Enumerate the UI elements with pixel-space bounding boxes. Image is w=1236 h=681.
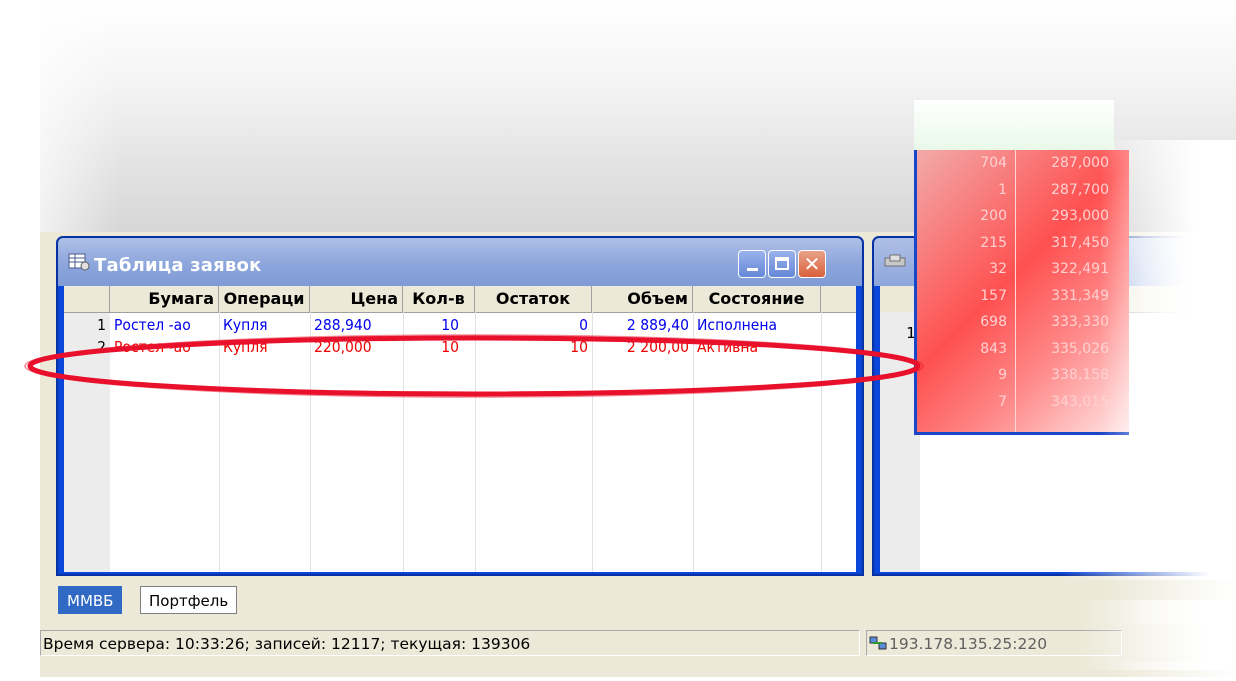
cell-qty: 10 [441,338,459,356]
cell-qty: 10 [441,316,459,334]
close-icon: ✕ [803,252,821,276]
col-header-qty[interactable]: Кол-в [403,286,475,312]
quote-row[interactable]: 9 338,158 [917,362,1129,389]
row-number: 2 [97,338,106,356]
table-row[interactable]: 1 Ростел -ао Купля 288,940 10 0 2 889,40… [64,314,856,336]
maximize-icon [775,257,789,270]
quote-row[interactable]: 215 317,450 [917,230,1129,257]
row-number: 1 [97,316,106,334]
quote-volume: 200 [980,208,1007,224]
quotes-fade [1100,140,1236,440]
grid-header: Бумага Операци Цена Кол-в Остаток Объем … [64,286,856,313]
col-header-remainder[interactable]: Остаток [475,286,592,312]
cell-price: 220,000 [314,338,372,356]
cell-operation: Купля [223,316,268,334]
window-title: Таблица заявок [94,255,262,276]
table-row[interactable]: 2 Ростел -ао Купля 220,000 10 10 2 200,0… [64,336,856,358]
status-fade [1080,600,1236,670]
orders-window-titlebar[interactable]: Таблица заявок ✕ [58,238,862,286]
cell-security: Ростел -ао [114,316,191,334]
status-bar: Время сервера: 10:33:26; записей: 12117;… [40,624,1236,662]
minimize-button[interactable] [738,250,766,278]
tab-bar: ММВБ Портфель [48,584,1236,616]
quote-volume: 32 [989,261,1007,277]
table-icon [68,253,90,271]
cell-remainder: 0 [579,316,588,334]
quote-row[interactable]: 704 287,000 [917,150,1129,177]
quote-row[interactable]: 32 322,491 [917,256,1129,283]
cell-price: 288,940 [314,316,372,334]
cell-status: Активна [697,338,759,356]
quote-row[interactable]: 1 287,700 [917,177,1129,204]
cell-operation: Купля [223,338,268,356]
quotes-top-fade [914,100,1114,152]
quote-volume: 698 [980,314,1007,330]
cell-volume: 2 200,00 [626,338,689,356]
col-header-price[interactable]: Цена [310,286,403,312]
cell-remainder: 10 [570,338,588,356]
quote-row[interactable]: 7 343,015 [917,389,1129,416]
cell-volume: 2 889,40 [626,316,689,334]
quote-row[interactable]: 157 331,349 [917,283,1129,310]
quote-volume: 215 [980,234,1007,251]
col-header-volume[interactable]: Объем [592,286,693,312]
quote-volume: 1 [998,181,1007,198]
tab-portfolio[interactable]: Портфель [140,586,238,614]
cell-status: Исполнена [697,316,778,334]
orders-grid[interactable]: Бумага Операци Цена Кол-в Остаток Объем … [64,286,856,572]
quote-row[interactable]: 698 333,330 [917,309,1129,336]
quote-row[interactable]: 200 293,000 [917,203,1129,230]
quotes-panel[interactable]: 704 287,000 1 287,700 200 293,000 215 317,450 32… [914,150,1129,435]
quote-volume: 704 [980,155,1007,171]
orders-window[interactable]: Таблица заявок ✕ Бумага Операци Цена Кол… [56,236,864,576]
maximize-button[interactable] [768,250,796,278]
network-icon [869,636,887,650]
minimize-icon [747,268,758,271]
status-server-info: Время сервера: 10:33:26; записей: 12117;… [40,630,860,656]
quote-volume: 9 [998,367,1007,383]
secondary-row-number: 1 [906,324,916,342]
tab-mmvb[interactable]: ММВБ [58,586,123,614]
col-header-security[interactable]: Бумага [110,286,219,312]
quote-volume: 7 [998,393,1007,410]
quote-volume: 157 [980,287,1007,304]
cell-security: Ростел -ао [114,338,191,356]
corner-header [64,286,110,312]
quote-row[interactable]: 843 335,026 [917,336,1129,363]
handshake-icon [884,254,906,267]
close-button[interactable]: ✕ [798,250,826,278]
connection-address: 193.178.135.25:220 [889,635,1048,653]
col-header-operation[interactable]: Операци [219,286,310,312]
col-header-status[interactable]: Состояние [693,286,821,312]
quote-volume: 843 [980,340,1007,357]
